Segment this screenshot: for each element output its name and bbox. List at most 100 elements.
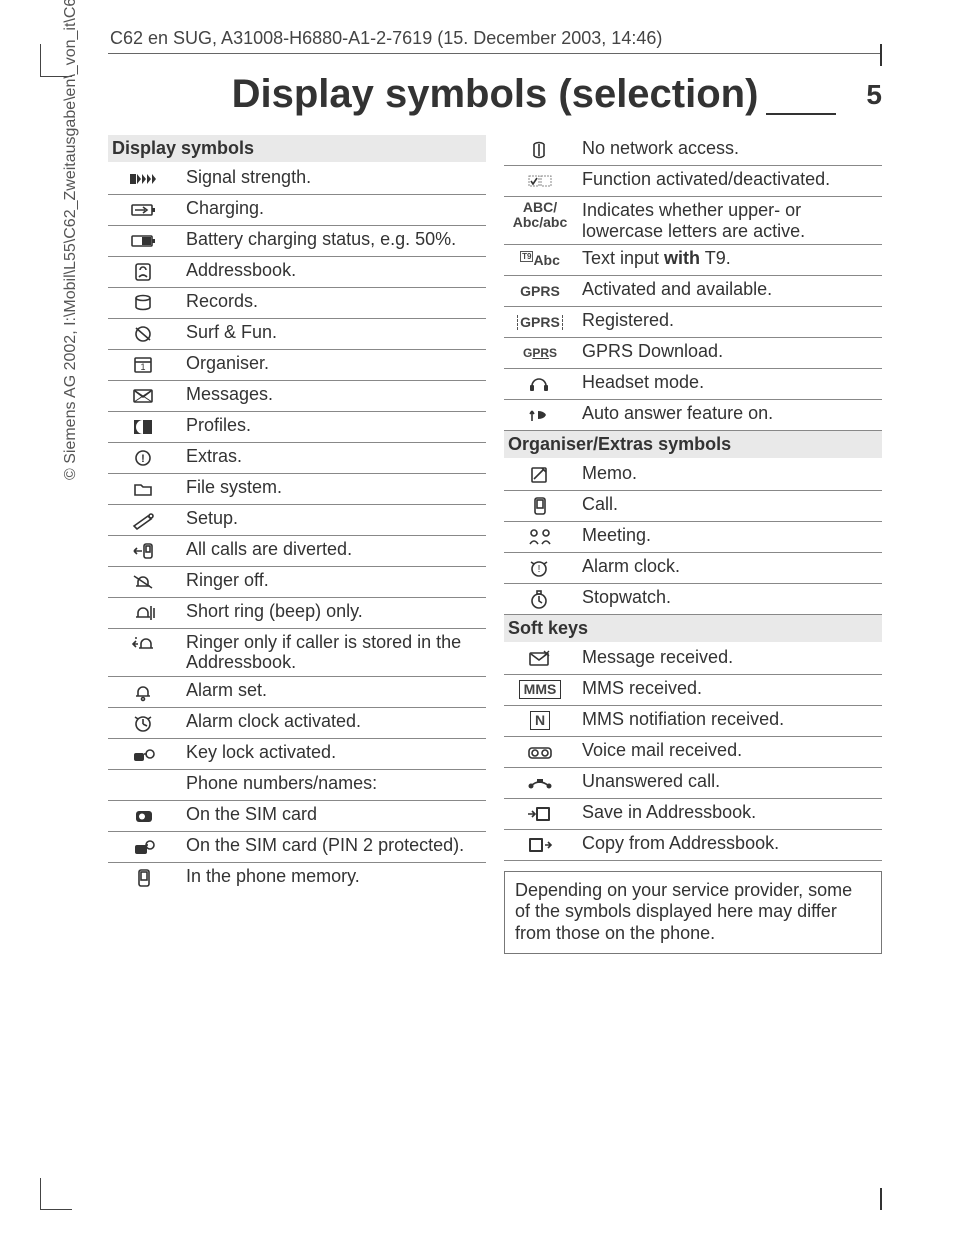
page-title: Display symbols (selection): [232, 72, 759, 117]
svg-text:1: 1: [140, 362, 145, 372]
sim-icon: [108, 804, 180, 828]
table-row: Alarm clock activated.: [108, 708, 486, 739]
beep-icon: [108, 601, 180, 625]
table-row: Ringer off.: [108, 567, 486, 598]
table-row: Battery charging status, e.g. 50%.: [108, 226, 486, 257]
alarm-clock2-icon: !: [504, 556, 576, 580]
table-row: Addressbook.: [108, 257, 486, 288]
table-row: Signal strength.: [108, 164, 486, 195]
symbol-description: Phone numbers/names:: [180, 773, 486, 794]
organiser-icon: 1: [108, 353, 180, 377]
alarm-set-icon: [108, 680, 180, 704]
divert-icon: [108, 539, 180, 563]
symbol-description: In the phone memory.: [180, 866, 486, 887]
symbol-description: Voice mail received.: [576, 740, 882, 761]
alarm-clock-icon: [108, 711, 180, 735]
setup-icon: [108, 508, 180, 532]
symbol-description: Memo.: [576, 463, 882, 484]
N-icon: N: [504, 709, 576, 733]
symbol-description: Records.: [180, 291, 486, 312]
note-box: Depending on your service provider, some…: [504, 871, 882, 954]
symbol-description: GPRS Download.: [576, 341, 882, 362]
table-row: Function activated/deactivated.: [504, 166, 882, 197]
symbol-description: On the SIM card (PIN 2 protected).: [180, 835, 486, 856]
GPRS-icon: GPRS: [504, 279, 576, 303]
table-row: Copy from Addressbook.: [504, 830, 882, 861]
page-number-rule: [766, 113, 836, 115]
section-heading: Organiser/Extras symbols: [504, 431, 882, 458]
table-row: Profiles.: [108, 412, 486, 443]
symbol-description: Battery charging status, e.g. 50%.: [180, 229, 486, 250]
symbol-description: Function activated/deactivated.: [576, 169, 882, 190]
crop-mark: [40, 44, 41, 76]
symbol-description: Save in Addressbook.: [576, 802, 882, 823]
table-row: !Extras.: [108, 443, 486, 474]
table-row: Setup.: [108, 505, 486, 536]
table-row: Headset mode.: [504, 369, 882, 400]
symbol-description: Alarm clock.: [576, 556, 882, 577]
table-row: Auto answer feature on.: [504, 400, 882, 431]
symbol-description: Ringer only if caller is stored in the A…: [180, 632, 486, 673]
table-row: Messages.: [108, 381, 486, 412]
symbol-description: Addressbook.: [180, 260, 486, 281]
table-row: Message received.: [504, 644, 882, 675]
symbol-description: Message received.: [576, 647, 882, 668]
table-row: On the SIM card: [108, 801, 486, 832]
table-row: No network access.: [504, 135, 882, 166]
crop-mark: [880, 1188, 882, 1210]
filesystem-icon: [108, 477, 180, 501]
table-row: GPRSRegistered.: [504, 307, 882, 338]
symbol-description: Messages.: [180, 384, 486, 405]
ringer-ab-icon: [108, 632, 180, 656]
symbol-description: Charging.: [180, 198, 486, 219]
symbol-description: Surf & Fun.: [180, 322, 486, 343]
table-row: File system.: [108, 474, 486, 505]
blank-icon: [108, 773, 180, 797]
svg-text:!: !: [141, 453, 145, 465]
messages-icon: [108, 384, 180, 408]
symbol-description: Call.: [576, 494, 882, 515]
right-column: No network access. Function activated/dea…: [504, 135, 882, 954]
symbol-description: Key lock activated.: [180, 742, 486, 763]
msg-recv-icon: [504, 647, 576, 671]
symbol-description: Auto answer feature on.: [576, 403, 882, 424]
title-row: Display symbols (selection) 5: [108, 72, 882, 117]
copy-ab-icon: [504, 833, 576, 857]
table-row: 1 Organiser.: [108, 350, 486, 381]
keylock-icon: [108, 742, 180, 766]
MMS-icon: MMS: [504, 678, 576, 702]
columns: Display symbols Signal strength. Charging.…: [108, 135, 882, 954]
table-row: All calls are diverted.: [108, 536, 486, 567]
battery-icon: [108, 229, 180, 253]
section-heading: Display symbols: [108, 135, 486, 162]
symbol-description: Short ring (beep) only.: [180, 601, 486, 622]
table-row: Short ring (beep) only.: [108, 598, 486, 629]
memo-icon: [504, 463, 576, 487]
call-icon: [504, 494, 576, 518]
ringer-off-icon: [108, 570, 180, 594]
rule: [108, 53, 882, 54]
table-row: Unanswered call.: [504, 768, 882, 799]
table-row: ! Alarm clock.: [504, 553, 882, 584]
page: © Siemens AG 2002, I:\Mobil\L55\C62_Zwei…: [0, 0, 954, 1246]
table-row: Phone numbers/names:: [108, 770, 486, 801]
sim-pin2-icon: [108, 835, 180, 859]
svg-text:!: !: [538, 564, 541, 575]
page-number: 5: [866, 79, 882, 111]
table-row: Surf & Fun.: [108, 319, 486, 350]
symbol-description: Organiser.: [180, 353, 486, 374]
left-column: Display symbols Signal strength. Charging.…: [108, 135, 486, 954]
running-head: C62 en SUG, A31008-H6880-A1-2-7619 (15. …: [110, 28, 882, 49]
table-row: Voice mail received.: [504, 737, 882, 768]
func-toggle-icon: [504, 169, 576, 193]
symbol-description: Signal strength.: [180, 167, 486, 188]
symbol-description: Registered.: [576, 310, 882, 331]
records-icon: [108, 291, 180, 315]
table-row: Charging.: [108, 195, 486, 226]
symbol-description: On the SIM card: [180, 804, 486, 825]
symbol-description: All calls are diverted.: [180, 539, 486, 560]
ABC/ Abc/abc-icon: ABC/Abc/abc: [504, 200, 576, 229]
symbol-description: Text input with T9.: [576, 248, 882, 269]
t9-icon: T9Abc: [504, 248, 576, 272]
voicemail-icon: [504, 740, 576, 764]
